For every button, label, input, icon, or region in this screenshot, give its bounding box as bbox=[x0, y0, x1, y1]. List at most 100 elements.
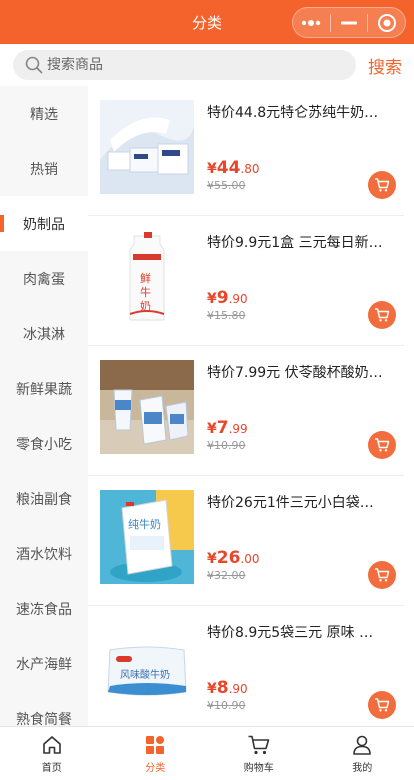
cart-icon bbox=[248, 735, 270, 754]
svg-text:鲜: 鲜 bbox=[140, 271, 151, 285]
more-button[interactable] bbox=[293, 8, 330, 37]
price-integer: 7 bbox=[216, 418, 229, 438]
original-price: ¥32.00 bbox=[207, 569, 246, 582]
original-price: ¥55.00 bbox=[207, 179, 246, 192]
price-integer: 26 bbox=[216, 548, 241, 568]
tab-profile[interactable]: 我的 bbox=[311, 727, 414, 780]
product-item[interactable]: 特价44.8元特仑苏纯牛奶… ¥44.80 ¥55.00 bbox=[88, 86, 404, 216]
product-image: 风味酸牛奶 bbox=[100, 620, 194, 714]
add-to-cart-button[interactable] bbox=[368, 431, 396, 459]
product-title: 特价8.9元5袋三元 原味 … bbox=[207, 625, 374, 641]
minus-icon bbox=[341, 21, 357, 24]
search-bar: 搜索 bbox=[0, 44, 414, 86]
price-decimal: .80 bbox=[240, 162, 260, 176]
cart-icon bbox=[375, 698, 390, 712]
sidebar-item-label: 冰淇淋 bbox=[23, 326, 65, 343]
sidebar-item-label: 水产海鲜 bbox=[16, 656, 72, 673]
tab-category[interactable]: 分类 bbox=[104, 727, 208, 780]
sidebar-item-fresh-produce[interactable]: 新鲜果蔬 bbox=[0, 361, 88, 416]
svg-text:风味酸牛奶: 风味酸牛奶 bbox=[120, 668, 170, 681]
product-item[interactable]: 鲜 牛 奶 特价9.9元1盒 三元每日新… ¥9.90 ¥15.80 bbox=[88, 216, 404, 346]
product-price: ¥8.90 bbox=[207, 678, 248, 698]
tab-label: 我的 bbox=[352, 762, 373, 774]
product-item[interactable]: 纯牛奶 特价26元1件三元小白袋… ¥26.00 ¥32.00 bbox=[88, 476, 404, 606]
tab-cart[interactable]: 购物车 bbox=[207, 727, 311, 780]
add-to-cart-button[interactable] bbox=[368, 691, 396, 719]
original-price: ¥10.90 bbox=[207, 699, 246, 712]
product-price: ¥26.00 bbox=[207, 548, 260, 568]
sidebar-item-frozen[interactable]: 速冻食品 bbox=[0, 581, 88, 636]
miniprogram-capsule bbox=[292, 7, 406, 38]
price-integer: 9 bbox=[216, 288, 229, 308]
tab-home[interactable]: 首页 bbox=[0, 727, 104, 780]
price-currency: ¥ bbox=[207, 551, 217, 567]
search-input[interactable] bbox=[47, 57, 327, 73]
cart-icon bbox=[375, 568, 390, 582]
sidebar-item-ice-cream[interactable]: 冰淇淋 bbox=[0, 306, 88, 361]
product-title: 特价26元1件三元小白袋… bbox=[207, 495, 374, 511]
sidebar-item-label: 速冻食品 bbox=[16, 601, 72, 618]
sidebar-item-deli[interactable]: 熟食简餐 bbox=[0, 691, 88, 727]
sidebar-item-snacks[interactable]: 零食小吃 bbox=[0, 416, 88, 471]
home-icon bbox=[42, 735, 61, 754]
category-sidebar: 精选 热销 奶制品 肉禽蛋 冰淇淋 新鲜果蔬 零食小吃 粮油副食 酒水饮料 速冻… bbox=[0, 86, 88, 726]
product-title: 特价7.99元 伏苓酸杯酸奶… bbox=[207, 365, 383, 381]
sidebar-item-drinks[interactable]: 酒水饮料 bbox=[0, 526, 88, 581]
more-dots-icon bbox=[302, 19, 321, 26]
sidebar-item-label: 酒水饮料 bbox=[16, 546, 72, 563]
sidebar-item-label: 熟食简餐 bbox=[16, 711, 72, 727]
product-image: 纯牛奶 bbox=[100, 490, 194, 584]
add-to-cart-button[interactable] bbox=[368, 171, 396, 199]
price-decimal: .90 bbox=[228, 682, 248, 696]
price-integer: 44 bbox=[216, 158, 241, 178]
minimize-button[interactable] bbox=[331, 8, 368, 37]
nav-header: 分类 bbox=[0, 0, 414, 44]
svg-text:纯牛奶: 纯牛奶 bbox=[128, 517, 161, 531]
product-price: ¥44.80 bbox=[207, 158, 260, 178]
bottom-tab-bar: 首页 分类 购物车 我的 bbox=[0, 726, 414, 780]
close-miniprogram-button[interactable] bbox=[368, 8, 405, 37]
price-decimal: .90 bbox=[228, 292, 248, 306]
app: 分类 搜索商品 搜索 精选 热销 奶制品 肉禽蛋 冰淇淋 新鲜果蔬 零食小吃 粮… bbox=[0, 0, 414, 780]
tab-label: 分类 bbox=[145, 762, 166, 774]
sidebar-item-label: 热销 bbox=[30, 161, 58, 178]
product-price: ¥9.90 bbox=[207, 288, 248, 308]
original-price: ¥15.80 bbox=[207, 309, 246, 322]
price-currency: ¥ bbox=[207, 681, 217, 697]
sidebar-item-dairy[interactable]: 奶制品 bbox=[0, 196, 88, 251]
category-icon bbox=[146, 735, 165, 754]
search-button[interactable]: 搜索 bbox=[368, 53, 402, 78]
price-currency: ¥ bbox=[207, 161, 217, 177]
sidebar-item-hot[interactable]: 热销 bbox=[0, 141, 88, 196]
product-item[interactable]: 风味酸牛奶 特价8.9元5袋三元 原味 … ¥8.90 ¥10.90 bbox=[88, 606, 404, 726]
product-title: 特价44.8元特仑苏纯牛奶… bbox=[207, 105, 379, 121]
target-icon bbox=[377, 13, 396, 32]
user-icon bbox=[353, 735, 372, 755]
original-price: ¥10.90 bbox=[207, 439, 246, 452]
cart-icon bbox=[375, 178, 390, 192]
add-to-cart-button[interactable] bbox=[368, 561, 396, 589]
sidebar-item-label: 肉禽蛋 bbox=[23, 271, 65, 288]
price-integer: 8 bbox=[216, 678, 229, 698]
product-price: ¥7.99 bbox=[207, 418, 248, 438]
page-title: 分类 bbox=[191, 13, 222, 32]
product-list: 特价44.8元特仑苏纯牛奶… ¥44.80 ¥55.00 鲜 牛 奶 特价9.9… bbox=[88, 86, 414, 726]
sidebar-item-label: 奶制品 bbox=[23, 216, 65, 233]
sidebar-item-label: 零食小吃 bbox=[16, 436, 72, 453]
price-decimal: .99 bbox=[228, 422, 248, 436]
svg-text:牛: 牛 bbox=[140, 285, 151, 299]
cart-icon bbox=[375, 438, 390, 452]
sidebar-item-meat-egg[interactable]: 肉禽蛋 bbox=[0, 251, 88, 306]
product-image: 鲜 牛 奶 bbox=[100, 230, 194, 324]
sidebar-item-grain-oil[interactable]: 粮油副食 bbox=[0, 471, 88, 526]
cart-icon bbox=[375, 308, 390, 322]
product-item[interactable]: 特价7.99元 伏苓酸杯酸奶… ¥7.99 ¥10.90 bbox=[88, 346, 404, 476]
sidebar-item-seafood[interactable]: 水产海鲜 bbox=[0, 636, 88, 691]
sidebar-item-featured[interactable]: 精选 bbox=[0, 86, 88, 141]
search-box[interactable] bbox=[13, 50, 356, 80]
tab-label: 购物车 bbox=[243, 762, 274, 774]
sidebar-item-label: 粮油副食 bbox=[16, 491, 72, 508]
product-title: 特价9.9元1盒 三元每日新… bbox=[207, 235, 383, 251]
price-decimal: .00 bbox=[240, 552, 260, 566]
add-to-cart-button[interactable] bbox=[368, 301, 396, 329]
